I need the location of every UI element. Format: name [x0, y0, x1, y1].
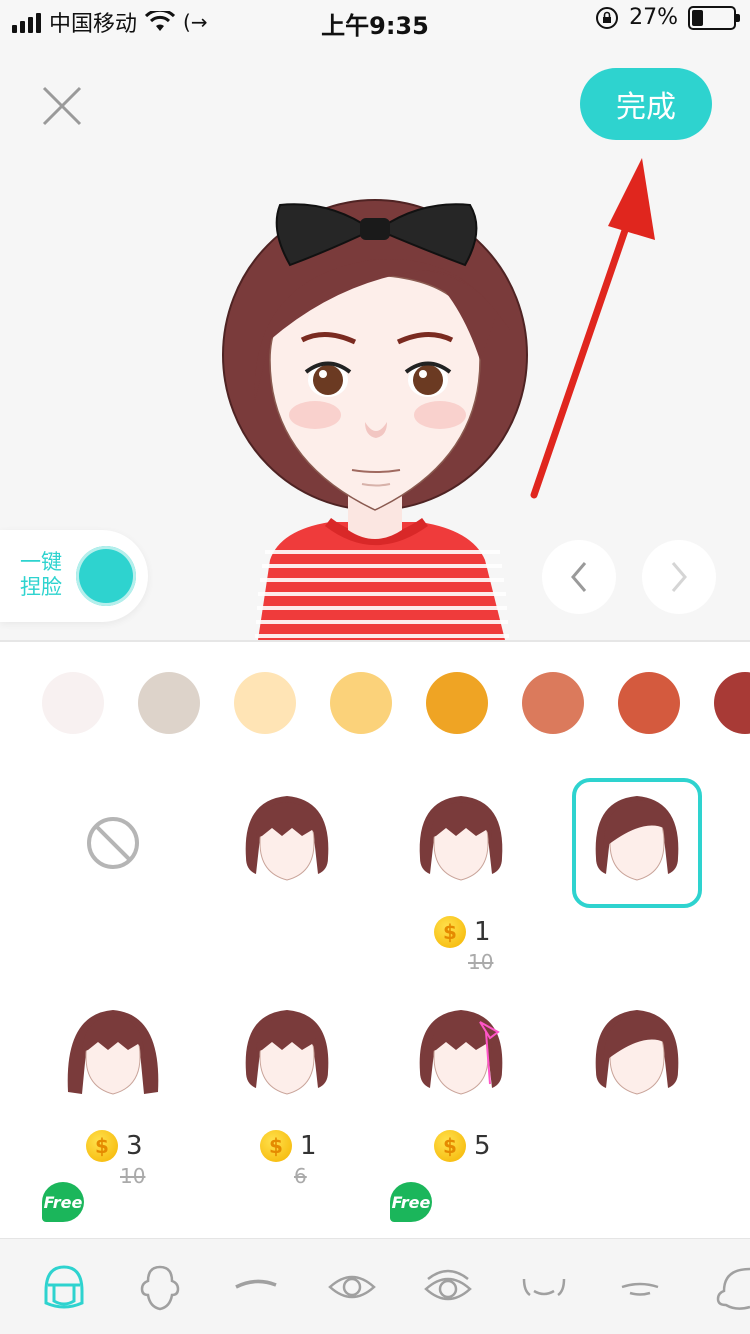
coin-icon: $ — [434, 916, 466, 948]
coin-price: $5 — [434, 1130, 491, 1162]
avatar-illustration — [222, 199, 528, 640]
coin-icon: $ — [434, 1130, 466, 1162]
color-swatch[interactable] — [426, 672, 488, 734]
price-value: 3 — [126, 1131, 143, 1161]
original-price: 10 — [468, 950, 494, 974]
next-button[interactable] — [642, 540, 716, 614]
straight-bangs-hair-icon[interactable] — [572, 1194, 702, 1240]
original-price: 6 — [294, 1164, 307, 1188]
long-bob-hair-icon[interactable] — [48, 992, 178, 1122]
color-swatch[interactable] — [522, 672, 584, 734]
status-right: 27% — [595, 5, 740, 30]
annotation-arrow — [530, 158, 655, 499]
close-icon[interactable] — [40, 84, 84, 128]
price-value: 1 — [474, 917, 491, 947]
original-price: 10 — [120, 1164, 146, 1188]
ear-tab-icon[interactable] — [706, 1261, 750, 1313]
none-icon[interactable] — [48, 778, 178, 908]
side-part-bob-hair-icon[interactable] — [572, 778, 702, 908]
eyebrow-tab-icon[interactable] — [226, 1261, 286, 1313]
divider — [0, 640, 750, 642]
battery-level — [692, 9, 703, 26]
hair-tab-icon[interactable] — [34, 1261, 94, 1313]
mouth-tab-icon[interactable] — [514, 1261, 574, 1313]
coin-price: $1 — [434, 916, 491, 948]
eye-detail-tab-icon[interactable] — [418, 1261, 478, 1313]
chevron-left-icon — [571, 562, 587, 592]
coin-price: $3 — [86, 1130, 143, 1162]
hair-color-palette — [0, 672, 750, 736]
pinch-face-dot[interactable] — [76, 546, 136, 606]
one-tap-pinch-face-button[interactable]: 一键捏脸 — [0, 530, 148, 622]
price-value: 1 — [300, 1131, 317, 1161]
short-bob-hair-icon[interactable] — [396, 778, 526, 908]
color-swatch[interactable] — [618, 672, 680, 734]
hairstyle-grid: $1 10 $3 10 $1 6 $5 Free Free — [0, 770, 750, 1240]
color-swatch[interactable] — [330, 672, 392, 734]
battery-icon — [688, 5, 740, 30]
chevron-right-icon — [671, 562, 687, 592]
status-bar: 中国移动 (→ 上午9:35 27% — [0, 0, 750, 40]
coin-icon: $ — [260, 1130, 292, 1162]
bob-bangs-hair-icon[interactable] — [222, 778, 352, 908]
color-swatch[interactable] — [138, 672, 200, 734]
free-badge: Free — [42, 1182, 84, 1222]
side-swept-hair-icon[interactable] — [572, 992, 702, 1122]
lips-tab-icon[interactable] — [610, 1261, 670, 1313]
topknot-hair-icon[interactable] — [222, 1194, 352, 1240]
coin-price: $1 — [260, 1130, 317, 1162]
avatar-preview-area: 完成 一键捏脸 — [0, 40, 750, 640]
previous-button[interactable] — [542, 540, 616, 614]
battery-percentage: 27% — [629, 5, 678, 30]
price-value: 5 — [474, 1131, 491, 1161]
color-swatch[interactable] — [714, 672, 750, 734]
ribbon-bob-hair-icon[interactable] — [396, 992, 526, 1122]
color-swatch[interactable] — [42, 672, 104, 734]
feature-tab-bar — [0, 1238, 750, 1334]
coin-icon: $ — [86, 1130, 118, 1162]
free-badge: Free — [390, 1182, 432, 1222]
pinch-face-label: 一键捏脸 — [20, 550, 62, 599]
face-shape-tab-icon[interactable] — [130, 1261, 190, 1313]
wavy-bob-hair-icon[interactable] — [222, 992, 352, 1122]
eye-tab-icon[interactable] — [322, 1261, 382, 1313]
avatar-shirt — [255, 517, 509, 640]
color-swatch[interactable] — [234, 672, 296, 734]
done-button[interactable]: 完成 — [580, 68, 712, 140]
rotation-lock-icon — [596, 6, 619, 29]
